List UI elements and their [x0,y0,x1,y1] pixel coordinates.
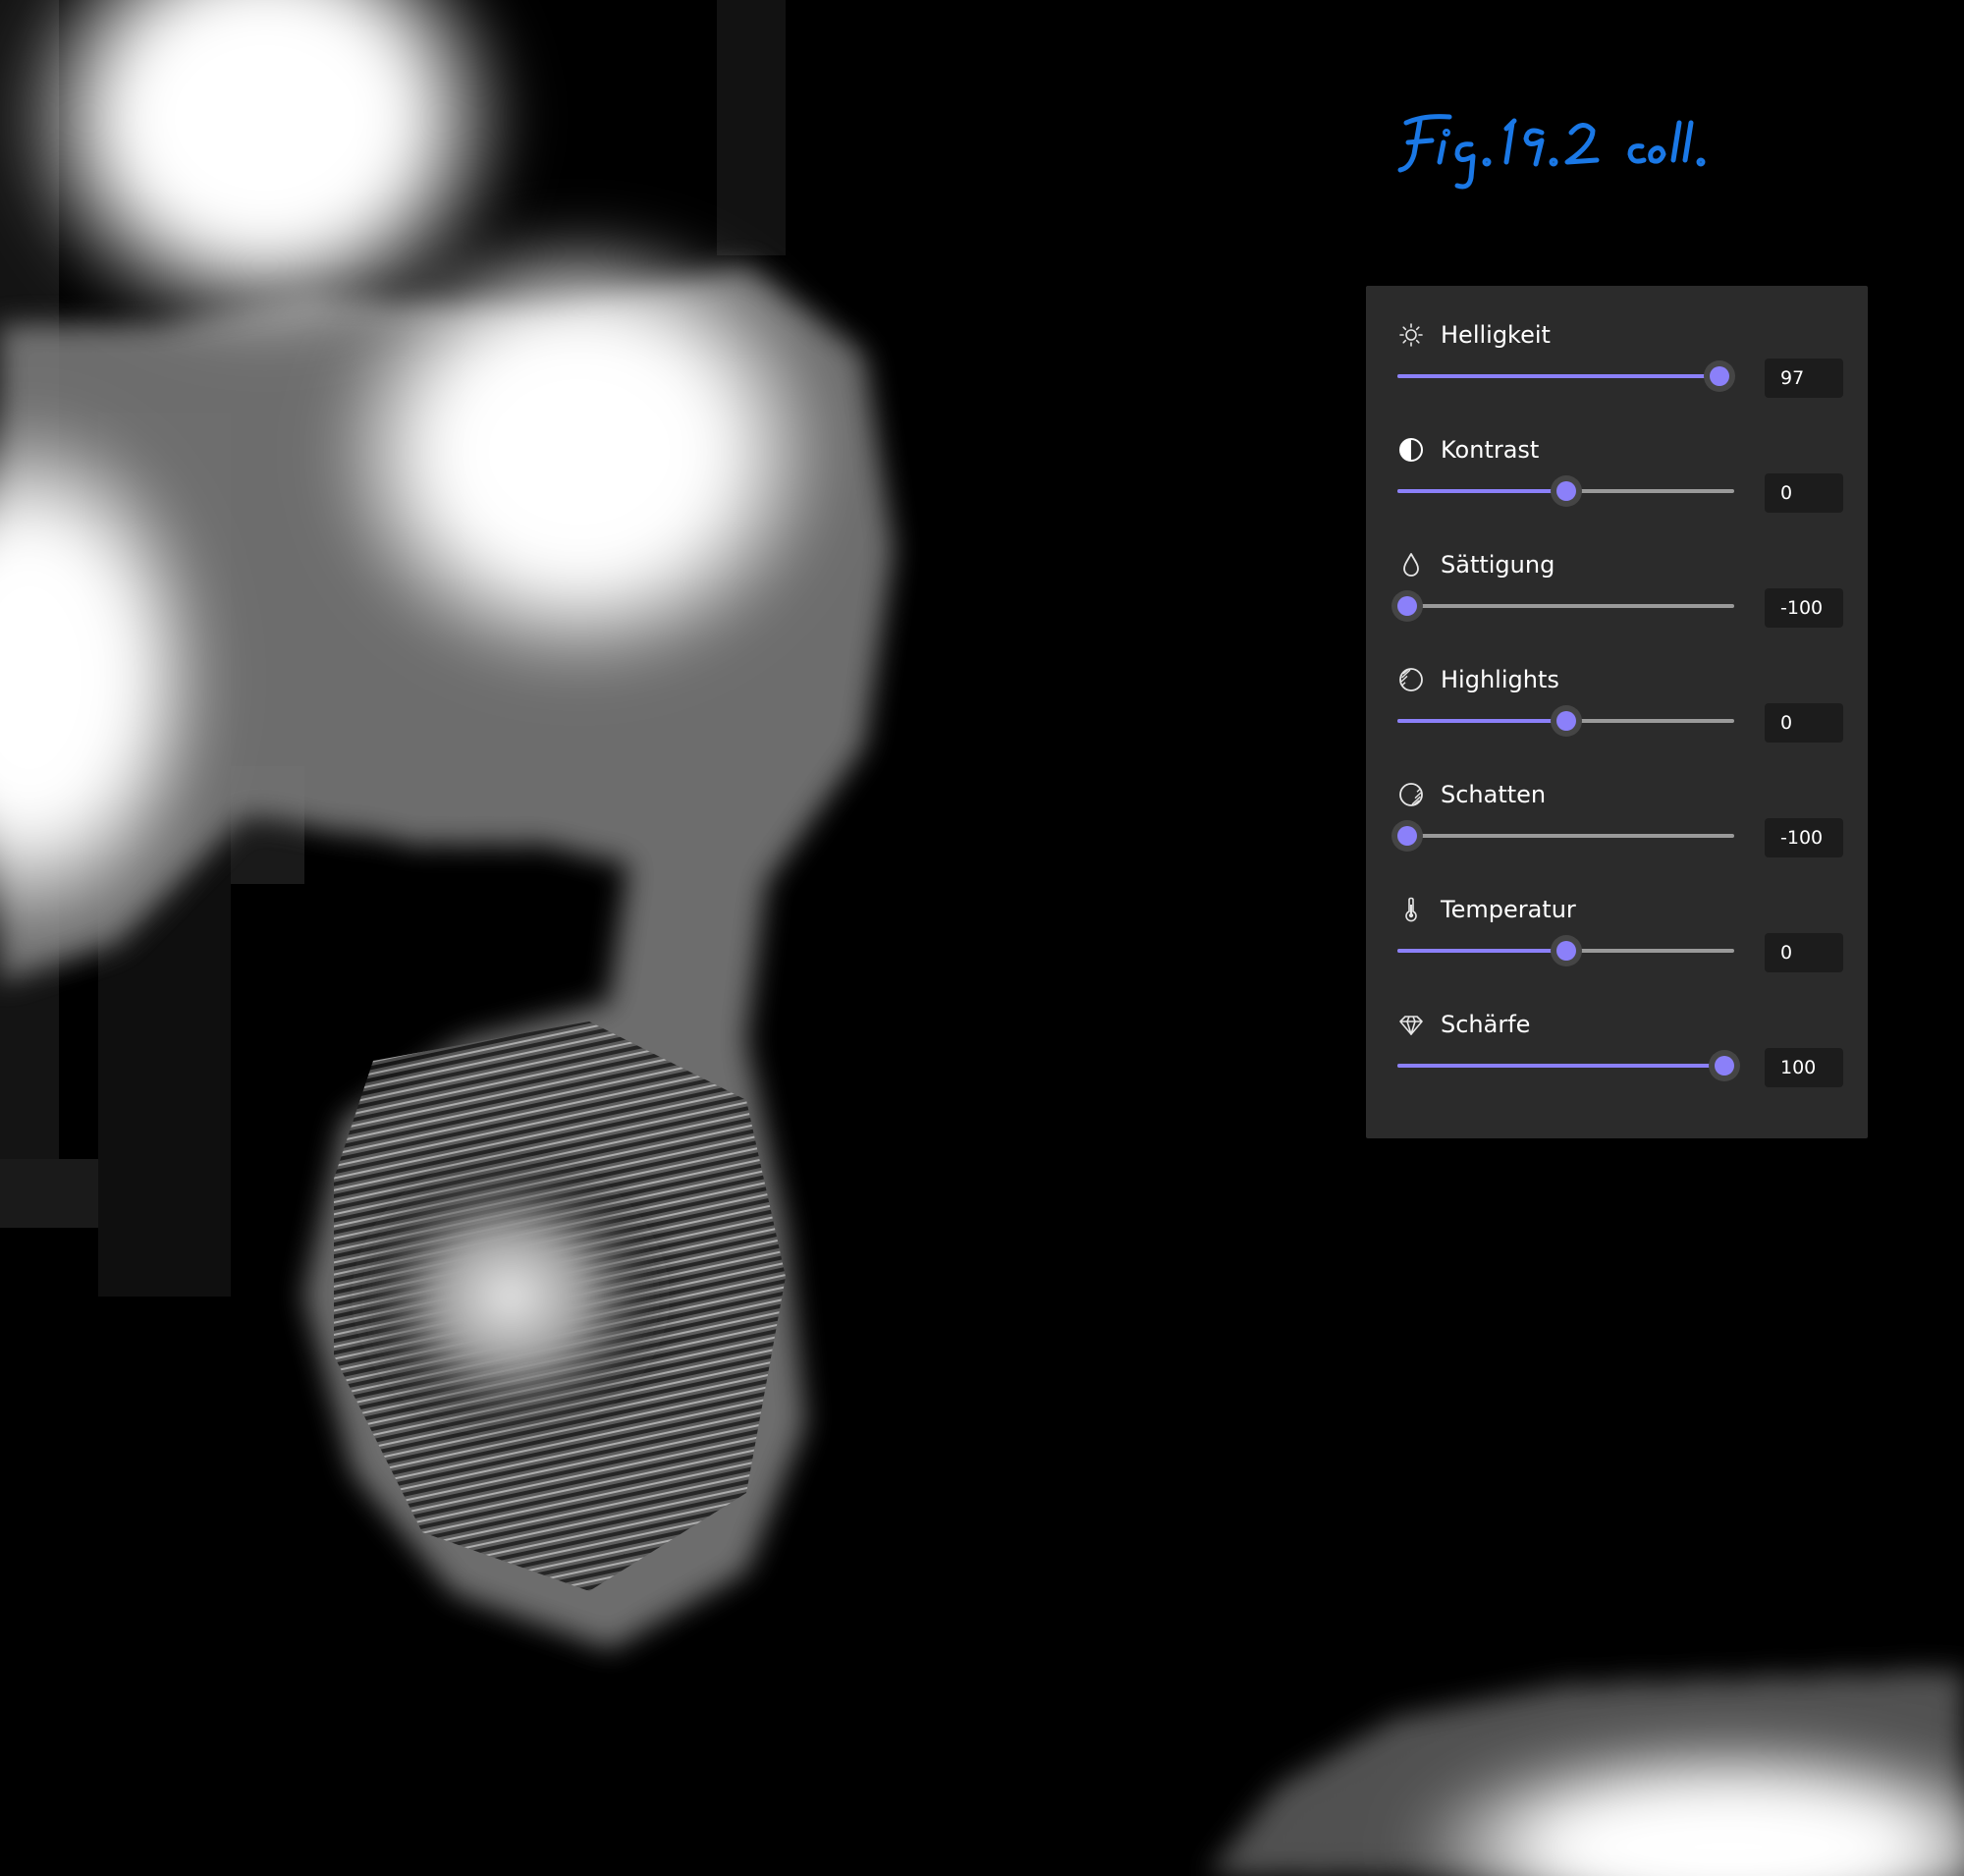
slider-thumb[interactable] [1550,935,1582,966]
diamond-icon [1397,1011,1425,1038]
adjustment-label: Temperatur [1441,896,1576,923]
slider-thumb[interactable] [1391,820,1423,852]
slider-thumb[interactable] [1550,475,1582,507]
droplet-icon [1397,551,1425,579]
adjustment-value-input[interactable]: -100 [1765,818,1843,857]
adjustment-header: Sättigung [1397,549,1555,580]
adjustment-row-temperatur: Temperatur 0 [1366,872,1868,987]
slider-fill [1397,374,1720,378]
adjustment-label: Sättigung [1441,551,1555,579]
highlights-icon [1397,666,1425,693]
adjustment-value-input[interactable]: 97 [1765,359,1843,398]
adjustment-label: Schatten [1441,781,1547,808]
adjustment-header: Highlights [1397,664,1559,695]
slider-fill [1397,1064,1724,1068]
adjustment-row-sättigung: Sättigung -100 [1366,527,1868,642]
shadows-icon [1397,781,1425,808]
slider-thumb[interactable] [1704,360,1736,392]
adjustment-header: Temperatur [1397,894,1576,925]
adjustment-slider[interactable] [1397,357,1736,396]
slider-thumb[interactable] [1391,590,1423,622]
adjustment-slider[interactable] [1397,931,1734,970]
slider-thumb[interactable] [1550,705,1582,737]
adjustment-header: Schatten [1397,779,1546,810]
adjustment-value-input[interactable]: -100 [1765,588,1843,628]
adjustments-panel: Helligkeit 97 Kontrast 0 Sättigung -100 Highli… [1366,286,1868,1138]
adjustment-value-input[interactable]: 0 [1765,703,1843,743]
adjustment-label: Helligkeit [1441,321,1551,349]
adjustment-slider[interactable] [1397,701,1734,741]
slider-fill [1397,489,1566,493]
adjustment-row-highlights: Highlights 0 [1366,642,1868,757]
contrast-icon [1397,436,1425,464]
adjustment-slider[interactable] [1391,816,1734,855]
slider-thumb[interactable] [1709,1050,1740,1081]
adjustment-header: Helligkeit [1397,319,1551,351]
adjustment-header: Schärfe [1397,1009,1530,1040]
adjustment-label: Schärfe [1441,1011,1531,1038]
adjustment-row-kontrast: Kontrast 0 [1366,413,1868,527]
slider-track[interactable] [1397,834,1734,838]
adjustment-value-input[interactable]: 100 [1765,1048,1843,1087]
handwritten-annotation [1397,114,1706,190]
adjustment-value-input[interactable]: 0 [1765,933,1843,972]
adjustment-label: Kontrast [1441,436,1540,464]
slider-track[interactable] [1397,604,1734,608]
adjustment-label: Highlights [1441,666,1559,693]
adjustment-slider[interactable] [1397,471,1734,511]
thermometer-icon [1397,896,1425,923]
adjustment-slider[interactable] [1397,1046,1740,1085]
sun-icon [1397,321,1425,349]
adjustment-row-helligkeit: Helligkeit 97 [1366,298,1868,413]
adjustment-row-schatten: Schatten -100 [1366,757,1868,872]
adjustment-value-input[interactable]: 0 [1765,473,1843,513]
slider-fill [1397,949,1566,953]
adjustment-slider[interactable] [1391,586,1734,626]
adjustment-header: Kontrast [1397,434,1539,466]
adjustment-row-schärfe: Schärfe 100 [1366,987,1868,1102]
photo-editor-canvas: Helligkeit 97 Kontrast 0 Sättigung -100 Highli… [0,0,1964,1876]
slider-fill [1397,719,1566,723]
